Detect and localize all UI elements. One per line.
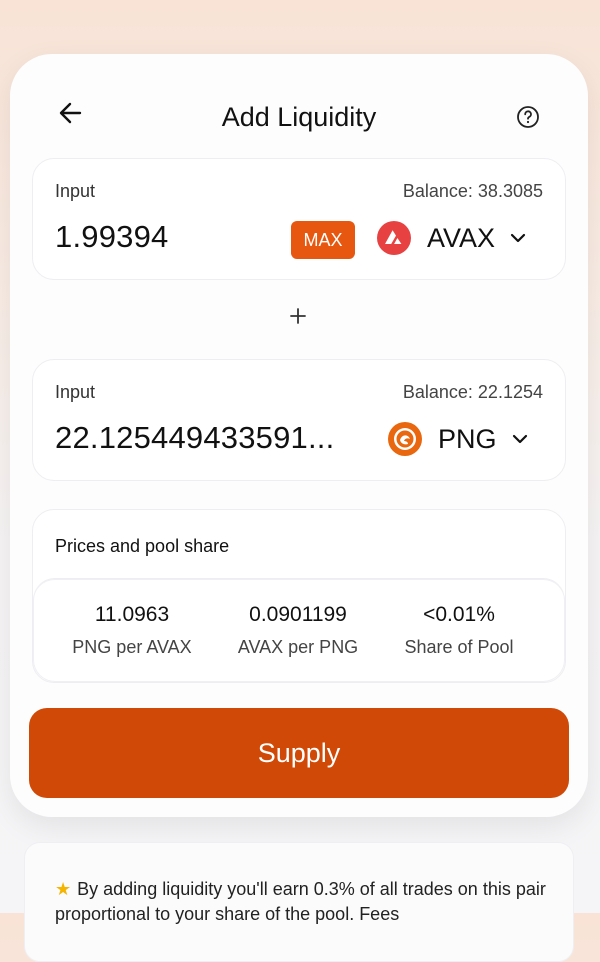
info-message: By adding liquidity you'll earn 0.3% of … — [55, 879, 546, 924]
token-name: AVAX — [427, 222, 496, 253]
add-liquidity-card: Add Liquidity Input Balance: 38.3085 1.9… — [10, 54, 588, 817]
token-select-png[interactable]: PNG — [388, 416, 529, 462]
balance-text: Balance: 22.1254 — [402, 382, 543, 402]
price-label: AVAX per PNG — [237, 637, 359, 657]
input-panel-avax: Input Balance: 38.3085 1.99394 MAX AVAX — [32, 158, 566, 280]
balance-text: Balance: 38.3085 — [402, 181, 543, 201]
info-card: ★ By adding liquidity you'll earn 0.3% of… — [24, 842, 574, 962]
share-value: <0.01% — [423, 603, 495, 626]
price-item: 0.0901199 AVAX per PNG — [213, 603, 383, 658]
price-label: PNG per AVAX — [72, 637, 192, 657]
star-icon: ★ — [55, 879, 72, 899]
price-item: 11.0963 PNG per AVAX — [47, 603, 217, 658]
info-text: ★ By adding liquidity you'll earn 0.3% of… — [55, 877, 555, 927]
plus-icon — [290, 308, 306, 324]
supply-button[interactable]: Supply — [29, 708, 569, 798]
chevron-down-icon — [510, 233, 526, 243]
max-button[interactable]: MAX — [291, 221, 355, 259]
token-name: PNG — [438, 423, 497, 454]
chevron-down-icon — [512, 434, 527, 444]
prices-title: Prices and pool share — [55, 536, 230, 556]
page-title: Add Liquidity — [221, 102, 377, 132]
amount-input[interactable]: 1.99394 — [55, 219, 168, 255]
png-logo-icon — [388, 422, 422, 456]
avax-logo-icon — [377, 221, 411, 255]
share-label: Share of Pool — [404, 637, 514, 657]
price-item: <0.01% Share of Pool — [374, 603, 544, 658]
price-value: 0.0901199 — [249, 603, 347, 626]
prices-pool-share: Prices and pool share 11.0963 PNG per AV… — [32, 509, 566, 683]
question-circle-icon[interactable] — [516, 105, 540, 129]
price-value: 11.0963 — [94, 603, 170, 626]
input-label: Input — [55, 181, 96, 201]
input-label: Input — [55, 382, 96, 402]
token-select-avax[interactable]: AVAX — [377, 215, 527, 261]
amount-input[interactable]: 22.125449433591... — [55, 420, 334, 456]
input-panel-png: Input Balance: 22.1254 22.125449433591..… — [32, 359, 566, 481]
prices-row: 11.0963 PNG per AVAX 0.0901199 AVAX per … — [33, 578, 565, 682]
header: Add Liquidity — [10, 54, 588, 174]
